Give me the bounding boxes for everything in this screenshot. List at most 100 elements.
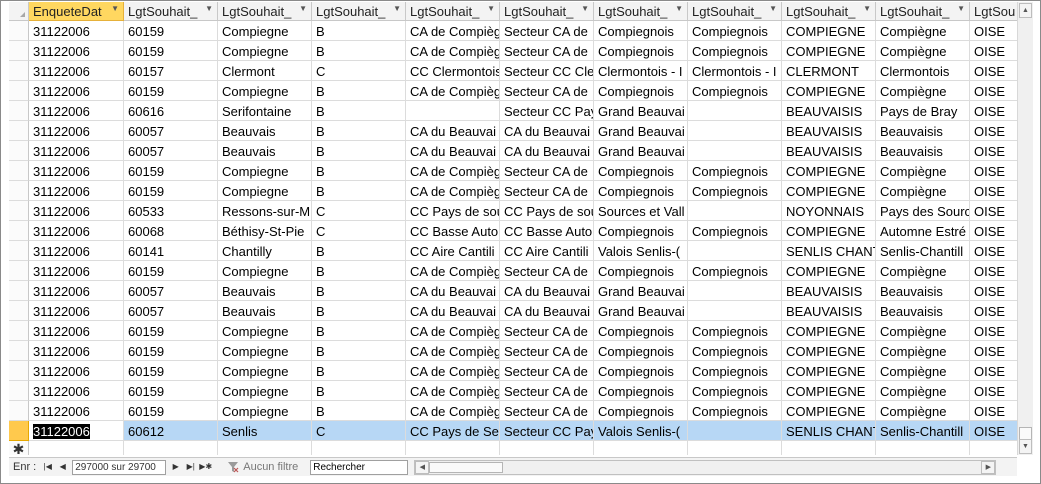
table-cell[interactable]: NOYONNAIS [782, 201, 876, 221]
table-cell[interactable]: Compiegnois [594, 381, 688, 401]
table-cell[interactable]: 60157 [124, 61, 218, 81]
table-row[interactable]: 31122006 60159 Compiegne B CA de Compièg Sect… [29, 361, 1017, 381]
table-cell[interactable]: 60057 [124, 281, 218, 301]
table-cell[interactable]: Ressons-sur-M [218, 201, 312, 221]
table-cell[interactable]: Compiegne [218, 341, 312, 361]
table-cell[interactable]: Compiegne [218, 41, 312, 61]
table-cell[interactable]: 31122006 [29, 301, 124, 321]
table-cell[interactable]: OISE [970, 261, 1017, 281]
table-cell[interactable]: Compiègne [876, 21, 970, 41]
table-cell[interactable]: Compiegnois [594, 361, 688, 381]
sort-dropdown-icon[interactable]: ▼ [675, 4, 683, 13]
table-cell[interactable]: OISE [970, 121, 1017, 141]
table-cell[interactable]: Grand Beauvai [594, 281, 688, 301]
table-cell[interactable]: Compiègne [876, 181, 970, 201]
table-cell[interactable]: Compiegne [218, 401, 312, 421]
table-cell[interactable]: CA du Beauvai [500, 281, 594, 301]
table-cell[interactable]: Secteur CA de [500, 81, 594, 101]
table-cell[interactable]: SENLIS CHANTI [782, 421, 876, 441]
table-cell[interactable]: B [312, 41, 406, 61]
table-cell[interactable]: Grand Beauvai [594, 141, 688, 161]
table-cell[interactable]: CA du Beauvai [500, 141, 594, 161]
table-cell[interactable]: Senlis-Chantill [876, 421, 970, 441]
table-cell[interactable] [594, 441, 688, 455]
table-cell[interactable]: 60159 [124, 321, 218, 341]
table-cell[interactable]: BEAUVAISIS [782, 121, 876, 141]
table-cell[interactable]: CC Pays de sou [500, 201, 594, 221]
table-cell[interactable] [688, 101, 782, 121]
table-cell[interactable]: Compiegnois [688, 261, 782, 281]
table-cell[interactable]: Chantilly [218, 241, 312, 261]
table-cell[interactable]: 31122006 [29, 241, 124, 261]
table-cell[interactable]: 60159 [124, 41, 218, 61]
sort-dropdown-icon[interactable]: ▼ [581, 4, 589, 13]
table-cell[interactable]: OISE [970, 201, 1017, 221]
table-cell[interactable]: Beauvaisis [876, 121, 970, 141]
table-cell[interactable]: CC Basse Autor [406, 221, 500, 241]
table-cell[interactable]: Compiegnois [594, 181, 688, 201]
table-cell[interactable] [688, 141, 782, 161]
table-cell[interactable]: OISE [970, 301, 1017, 321]
table-cell[interactable]: Compiegnois [688, 41, 782, 61]
table-cell[interactable]: Secteur CC Cle [500, 61, 594, 81]
record-selector[interactable] [9, 281, 29, 301]
new-record-row[interactable] [29, 441, 1017, 455]
table-cell[interactable]: Grand Beauvai [594, 121, 688, 141]
table-cell[interactable]: CLERMONT [782, 61, 876, 81]
table-cell[interactable]: Secteur CA de [500, 261, 594, 281]
table-cell[interactable]: 31122006 [29, 41, 124, 61]
table-cell[interactable]: COMPIEGNE [782, 361, 876, 381]
previous-record-icon[interactable]: ◀ [56, 460, 69, 474]
table-cell[interactable]: COMPIEGNE [782, 81, 876, 101]
table-cell[interactable]: Compiegnois [688, 81, 782, 101]
table-cell[interactable]: 60159 [124, 21, 218, 41]
table-row[interactable]: 31122006 60159 Compiegne B CA de Compièg Sect… [29, 381, 1017, 401]
table-row[interactable]: 31122006 60157 Clermont C CC Clermontois Sect… [29, 61, 1017, 81]
sort-dropdown-icon[interactable]: ▼ [957, 4, 965, 13]
table-row[interactable]: 31122006 60159 Compiegne B CA de Compièg Sect… [29, 41, 1017, 61]
filter-toggle-button[interactable]: Aucun filtre [227, 461, 298, 473]
table-cell[interactable]: 31122006 [29, 141, 124, 161]
table-cell[interactable]: Compiègne [876, 261, 970, 281]
table-cell[interactable]: B [312, 361, 406, 381]
table-cell[interactable] [688, 201, 782, 221]
table-cell[interactable]: CC Aire Cantili [406, 241, 500, 261]
table-cell[interactable]: B [312, 81, 406, 101]
table-cell[interactable]: 31122006 [29, 361, 124, 381]
table-cell[interactable] [218, 441, 312, 455]
table-cell[interactable] [124, 441, 218, 455]
column-header[interactable]: LgtSouhait_ ▼ [312, 2, 406, 21]
table-cell[interactable]: Compiègne [876, 361, 970, 381]
next-record-icon[interactable]: ▶ [169, 460, 182, 474]
table-row[interactable]: 31122006 60159 Compiegne B CA de Compièg Sect… [29, 21, 1017, 41]
horizontal-scrollbar[interactable]: ◀ ▶ [414, 459, 997, 475]
table-cell[interactable]: Secteur CA de [500, 41, 594, 61]
table-cell[interactable]: 60057 [124, 141, 218, 161]
table-cell[interactable]: Senlis [218, 421, 312, 441]
table-cell[interactable]: OISE [970, 81, 1017, 101]
table-cell[interactable]: Secteur CC Pay [500, 101, 594, 121]
table-cell[interactable]: Compiegnois [594, 261, 688, 281]
table-cell[interactable]: B [312, 261, 406, 281]
table-cell[interactable]: Secteur CA de [500, 381, 594, 401]
record-selector[interactable] [9, 61, 29, 81]
table-cell[interactable]: 31122006 [29, 101, 124, 121]
table-cell[interactable]: CC Clermontois [406, 61, 500, 81]
record-selector[interactable] [9, 201, 29, 221]
table-cell[interactable]: Compiegne [218, 81, 312, 101]
table-cell[interactable]: CA du Beauvai [500, 121, 594, 141]
table-row[interactable]: 31122006 60057 Beauvais B CA du Beauvai CA du… [29, 281, 1017, 301]
scroll-left-icon[interactable]: ◀ [415, 460, 430, 474]
new-record-selector[interactable]: ✱ [9, 441, 29, 455]
scroll-right-icon[interactable]: ▶ [981, 460, 996, 474]
table-cell[interactable]: COMPIEGNE [782, 401, 876, 421]
table-cell[interactable]: Béthisy-St-Pie [218, 221, 312, 241]
table-cell[interactable]: Secteur CA de [500, 341, 594, 361]
table-cell[interactable]: B [312, 121, 406, 141]
table-cell[interactable]: Beauvaisis [876, 301, 970, 321]
table-cell[interactable]: COMPIEGNE [782, 161, 876, 181]
table-cell[interactable]: COMPIEGNE [782, 221, 876, 241]
table-cell[interactable]: Compiegnois [594, 321, 688, 341]
table-cell[interactable]: OISE [970, 361, 1017, 381]
table-cell[interactable]: 60159 [124, 381, 218, 401]
